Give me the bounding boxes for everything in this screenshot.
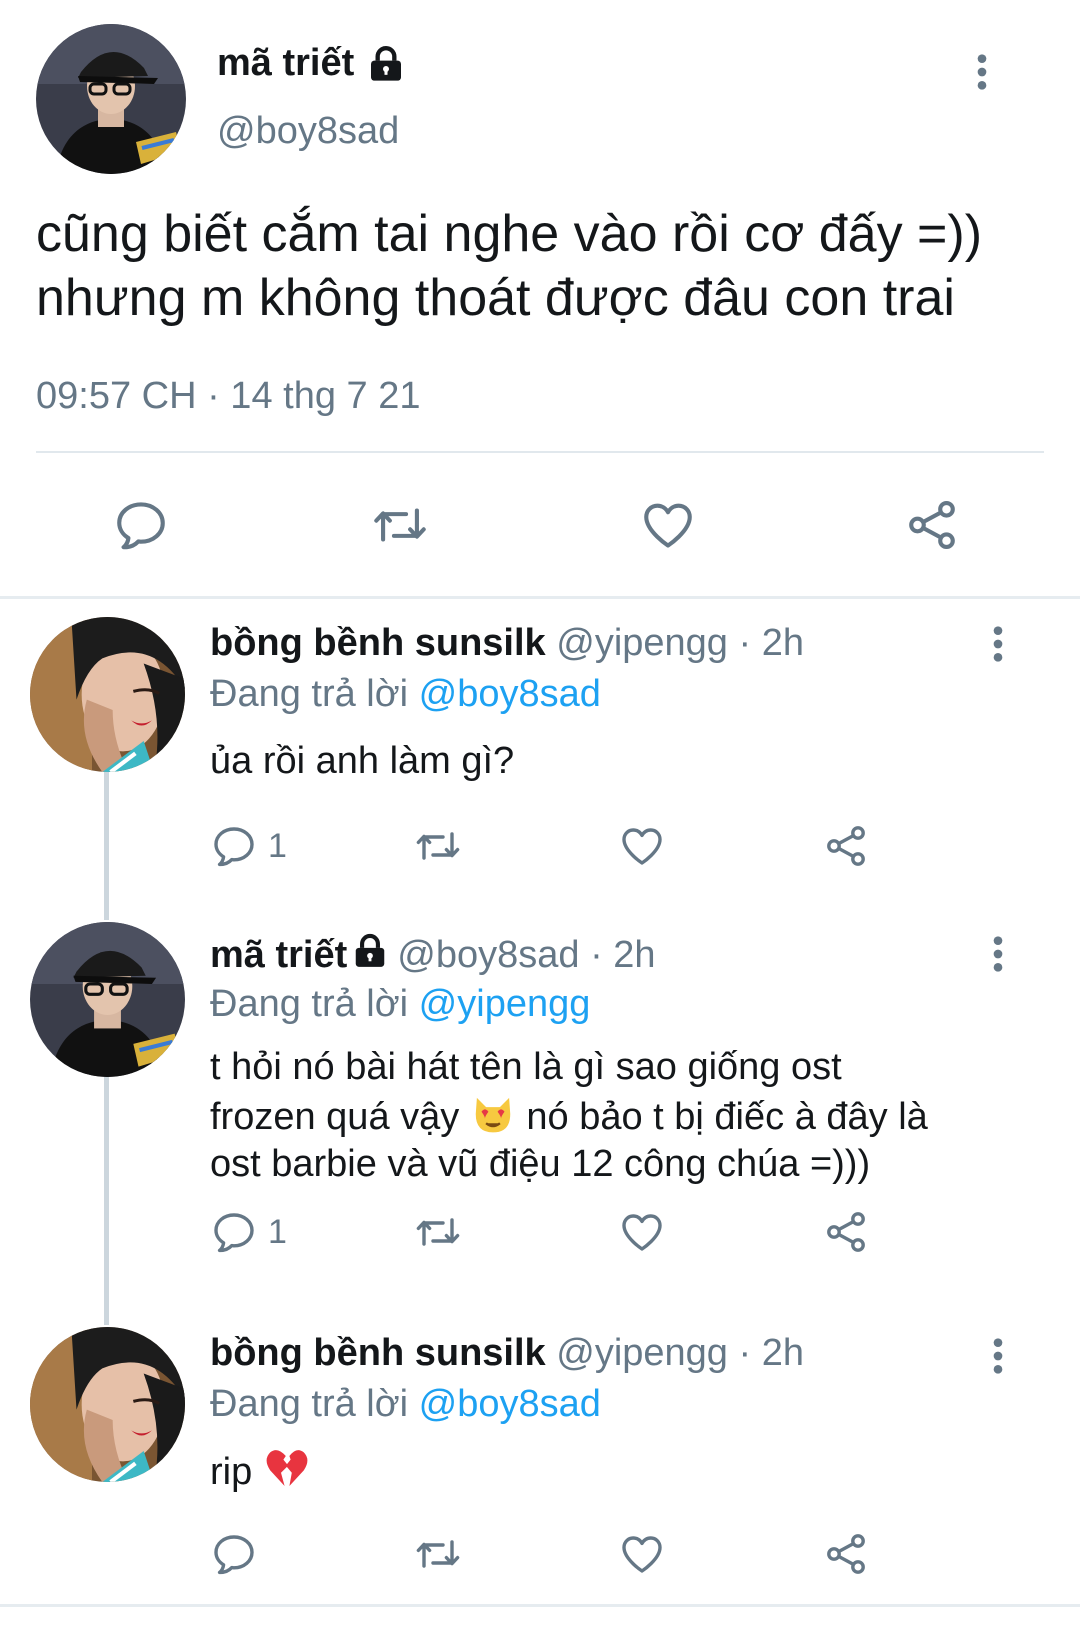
main-author-row: mã triết	[217, 42, 406, 85]
reply-author-name[interactable]: bồng bềnh sunsilk	[210, 622, 546, 664]
replying-to: Đang trả lời @boy8sad	[210, 673, 601, 716]
reply-author-handle-time[interactable]: @boy8sad · 2h	[397, 934, 655, 976]
reply-share-button[interactable]	[822, 1208, 870, 1256]
reply-icon	[210, 822, 258, 870]
replying-label: Đang trả lời	[210, 1383, 409, 1425]
main-avatar[interactable]	[36, 24, 186, 174]
like-icon	[618, 822, 666, 870]
share-icon	[822, 1530, 870, 1578]
reply-reply-button[interactable]	[210, 1530, 268, 1578]
reply-text-line: frozen quá vậy nó bảo t bị điếc à đây là	[210, 1091, 1010, 1141]
reply-text-line: rip	[210, 1451, 253, 1493]
replying-mention[interactable]: @boy8sad	[419, 673, 601, 715]
reply-retweet-button[interactable]	[414, 1208, 462, 1256]
replying-label: Đang trả lời	[210, 673, 409, 715]
retweet-icon	[371, 496, 429, 554]
reply-text: t hỏi nó bài hát tên là gì sao giống ost…	[210, 1044, 1010, 1188]
reply-text-line: ost barbie và vũ điệu 12 công chúa =)))	[210, 1143, 871, 1185]
main-tweet-text-line: nhưng m không thoát được đâu con trai	[36, 269, 955, 327]
reply-reply-button[interactable]: 1	[210, 1208, 287, 1256]
reply-author-handle-time[interactable]: @yipengg · 2h	[556, 1332, 804, 1374]
lock-icon	[351, 932, 389, 970]
main-share-button[interactable]	[903, 496, 961, 554]
reply-like-button[interactable]	[618, 822, 666, 870]
main-tweet-text: cũng biết cắm tai nghe vào rồi cơ đấy =)…	[36, 202, 1046, 330]
main-tweet-text-line: cũng biết cắm tai nghe vào rồi cơ đấy =)…	[36, 205, 983, 263]
reply-like-button[interactable]	[618, 1530, 666, 1578]
reply-author-name[interactable]: bồng bềnh sunsilk	[210, 1332, 546, 1374]
main-like-button[interactable]	[639, 496, 697, 554]
replying-mention[interactable]: @boy8sad	[419, 1383, 601, 1425]
main-reply-button[interactable]	[112, 496, 170, 554]
more-icon[interactable]	[978, 1336, 1018, 1376]
avatar-image	[30, 617, 185, 772]
heart-eyes-cat-icon	[475, 1097, 511, 1133]
reply-text: ủa rồi anh làm gì?	[210, 740, 515, 782]
main-author-handle[interactable]: @boy8sad	[217, 110, 399, 153]
reply-icon	[210, 1530, 258, 1578]
reply-avatar[interactable]	[30, 922, 185, 1077]
reply-avatar[interactable]	[30, 1327, 185, 1482]
replying-label: Đang trả lời	[210, 983, 409, 1025]
reply-text: rip	[210, 1444, 1010, 1496]
replying-to: Đang trả lời @boy8sad	[210, 1383, 601, 1426]
retweet-icon	[414, 1208, 462, 1256]
reply-count: 1	[268, 826, 287, 865]
reply-icon	[112, 496, 170, 554]
more-icon[interactable]	[962, 52, 1002, 92]
main-author-name[interactable]: mã triết	[217, 42, 354, 85]
reply-retweet-button[interactable]	[414, 822, 462, 870]
main-tweet-header: mã triết @boy8sad	[0, 0, 1080, 200]
more-icon[interactable]	[978, 624, 1018, 664]
reply-icon	[210, 1208, 258, 1256]
reply-avatar[interactable]	[30, 617, 185, 772]
retweet-icon	[414, 822, 462, 870]
reply-header: bồng bềnh sunsilk @yipengg · 2h	[210, 622, 804, 665]
reply-text-segment: nó bảo t bị điếc à đây là	[526, 1096, 928, 1138]
replying-to: Đang trả lời @yipengg	[210, 983, 590, 1026]
reply-text-segment: frozen quá vậy	[210, 1096, 460, 1138]
section-divider	[0, 1604, 1080, 1607]
thread-line	[104, 770, 109, 920]
share-icon	[903, 496, 961, 554]
section-divider	[0, 596, 1080, 599]
main-tweet-meta[interactable]: 09:57 CH · 14 thg 7 21	[36, 375, 420, 418]
reply-reply-button[interactable]: 1	[210, 822, 287, 870]
reply-like-button[interactable]	[618, 1208, 666, 1256]
like-icon	[618, 1208, 666, 1256]
reply-author-name[interactable]: mã triết	[210, 934, 347, 976]
share-icon	[822, 1208, 870, 1256]
avatar-image	[30, 922, 185, 1077]
reply-share-button[interactable]	[822, 822, 870, 870]
retweet-icon	[414, 1530, 462, 1578]
thread-line	[104, 1075, 109, 1325]
broken-heart-icon	[266, 1450, 308, 1486]
reply-header: bồng bềnh sunsilk @yipengg · 2h	[210, 1332, 804, 1375]
like-icon	[618, 1530, 666, 1578]
reply-author-handle-time[interactable]: @yipengg · 2h	[556, 622, 804, 664]
replying-mention[interactable]: @yipengg	[419, 983, 591, 1025]
lock-icon	[366, 44, 406, 84]
reply-retweet-button[interactable]	[414, 1530, 462, 1578]
reply-text-line: t hỏi nó bài hát tên là gì sao giống ost	[210, 1046, 842, 1088]
reply-count: 1	[268, 1212, 287, 1251]
like-icon	[639, 496, 697, 554]
avatar-image	[36, 24, 186, 174]
main-retweet-button[interactable]	[371, 496, 429, 554]
share-icon	[822, 822, 870, 870]
more-icon[interactable]	[978, 934, 1018, 974]
divider	[36, 451, 1044, 453]
reply-share-button[interactable]	[822, 1530, 870, 1578]
reply-header: mã triết @boy8sad · 2h	[210, 932, 656, 977]
avatar-image	[30, 1327, 185, 1482]
